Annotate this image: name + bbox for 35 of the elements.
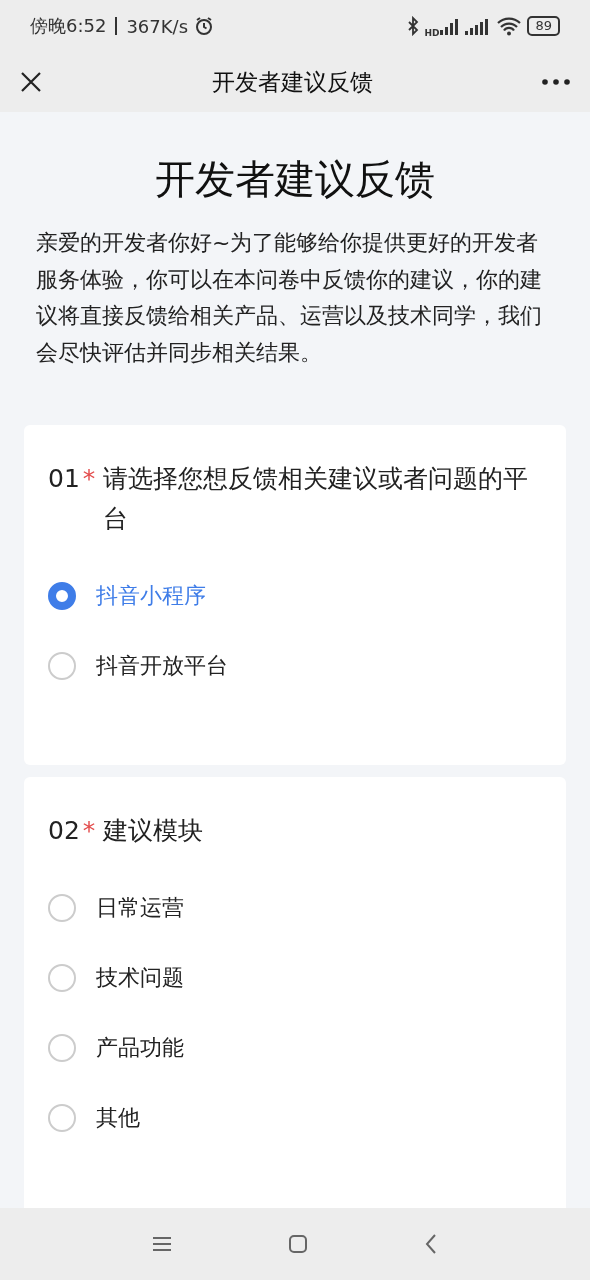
- option-label[interactable]: 其他: [96, 1099, 140, 1137]
- alarm-clock-icon: [194, 16, 215, 36]
- menu-icon[interactable]: [153, 1236, 171, 1252]
- option-label[interactable]: 技术问题: [96, 959, 184, 997]
- back-icon[interactable]: [425, 1234, 437, 1254]
- radio-button[interactable]: [48, 964, 76, 992]
- battery-indicator: 89: [527, 16, 560, 36]
- close-icon[interactable]: [20, 71, 42, 93]
- nav-title: 开发者建议反馈: [211, 67, 373, 97]
- bluetooth-icon: [407, 16, 420, 36]
- question-number: 01: [48, 463, 80, 495]
- radio-button[interactable]: [48, 582, 76, 610]
- option-label[interactable]: 产品功能: [96, 1029, 184, 1067]
- radio-button[interactable]: [48, 1034, 76, 1062]
- radio-button[interactable]: [48, 894, 76, 922]
- network-speed: 367K/s: [126, 15, 189, 37]
- signal-icon: [440, 17, 461, 35]
- required-mark: *: [82, 463, 96, 495]
- home-icon[interactable]: [289, 1235, 307, 1253]
- status-time: 傍晚6:52: [30, 14, 107, 38]
- radio-button[interactable]: [48, 1104, 76, 1132]
- option-label[interactable]: 日常运营: [96, 889, 184, 927]
- intro-text: 亲爱的开发者你好~为了能够给你提供更好的开发者服务体验，你可以在本问卷中反馈你的建议，你的建议将直接反馈给相关产品、运营以及技术同学，我们会尽快评估并同步相关结果。: [36, 229, 543, 367]
- more-icon[interactable]: [542, 79, 570, 85]
- question-number: 02: [48, 815, 80, 847]
- question-text: 建议模块: [103, 815, 205, 847]
- hd-label: HD: [424, 28, 440, 38]
- option-label[interactable]: 抖音开放平台: [96, 647, 228, 685]
- radio-button[interactable]: [48, 652, 76, 680]
- question-text: 请选择您想反馈相关建议或者问题的平台: [103, 463, 530, 535]
- required-mark: *: [82, 815, 96, 847]
- separator-bar: [115, 17, 118, 35]
- page-title: 开发者建议反馈: [154, 155, 436, 204]
- option-label[interactable]: 抖音小程序: [96, 577, 206, 615]
- wifi-icon: [496, 16, 523, 36]
